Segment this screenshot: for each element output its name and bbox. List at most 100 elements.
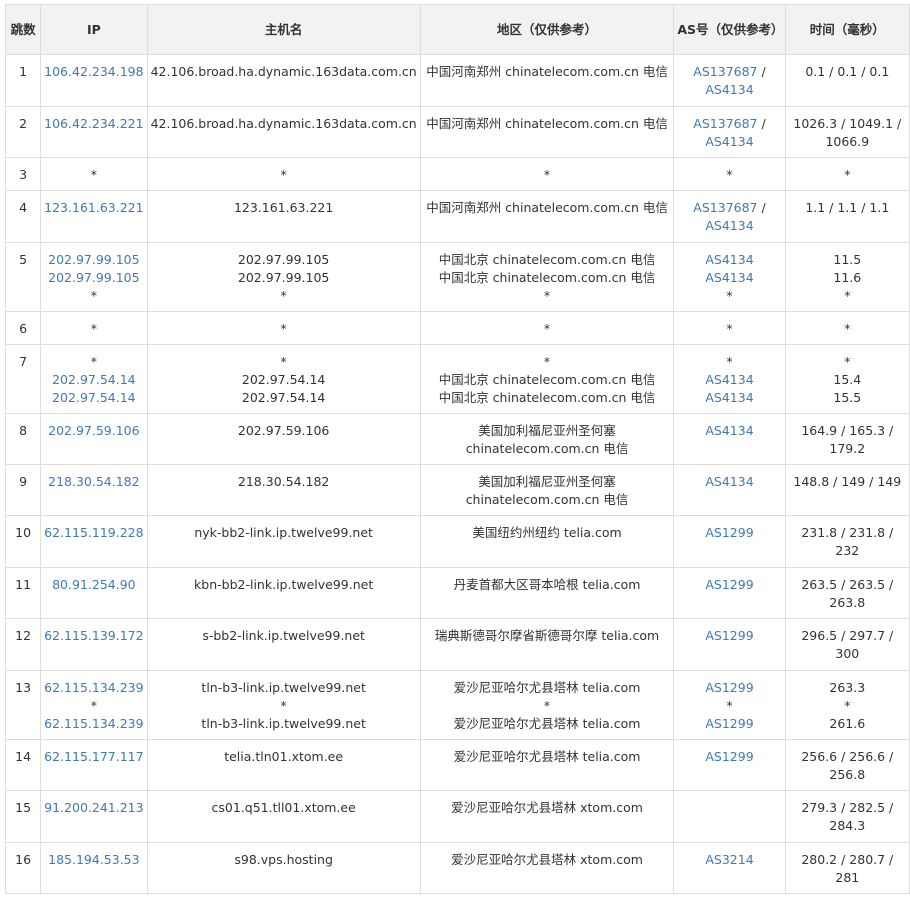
time-text: 15.5 <box>833 390 862 405</box>
time-text: 280.2 / 280.7 / <box>801 852 894 867</box>
hop-cell: 1 <box>4 54 42 107</box>
time-cell: 263.3 * 261.6 <box>784 670 910 740</box>
hostname-cell: * 202.97.54.14 202.97.54.14 <box>146 344 421 414</box>
time-cell: 1026.3 / 1049.1 / 1066.9 <box>784 106 910 158</box>
hop-number: 16 <box>15 852 32 867</box>
hostname-text: * <box>280 167 287 182</box>
as-link[interactable]: AS1299 <box>677 576 781 594</box>
as-line: AS4134 <box>677 217 781 235</box>
traceroute-table: 跳数 IP 主机名 地区（仅供参考） AS号（仅供参考） 时间（毫秒） 1 106… <box>4 4 910 894</box>
region-cell: 中国北京 chinatelecom.com.cn 电信 中国北京 chinatel… <box>419 242 675 312</box>
time-text: 15.4 <box>833 372 862 387</box>
as-link[interactable]: AS4134 <box>677 422 781 440</box>
ip-link[interactable]: 202.97.54.14 <box>44 389 143 407</box>
ip-link[interactable]: 202.97.54.14 <box>44 371 143 389</box>
time-text: * <box>844 167 851 182</box>
ip-link[interactable]: 202.97.99.105 <box>44 251 143 269</box>
as-cell: AS1299 <box>673 567 786 619</box>
hop-cell: 9 <box>4 464 42 516</box>
as-link[interactable]: AS4134 <box>677 251 781 269</box>
as-link[interactable]: AS1299 <box>677 715 781 733</box>
hop-cell: 16 <box>4 842 42 894</box>
as-line: AS4134 <box>677 133 781 151</box>
hostname-text: telia.tln01.xtom.ee <box>224 749 344 764</box>
as-link[interactable]: AS4134 <box>677 473 781 491</box>
time-text: 11.6 <box>833 270 862 285</box>
time-text: 263.3 <box>829 680 866 695</box>
as-link[interactable]: AS137687 <box>693 116 757 131</box>
as-separator: / <box>757 116 766 131</box>
hostname-text: 202.97.59.106 <box>237 423 330 438</box>
as-link[interactable]: AS4134 <box>677 269 781 287</box>
as-link[interactable]: AS137687 <box>693 200 757 215</box>
time-text: 1066.9 <box>825 134 870 149</box>
ip-link[interactable]: 91.200.241.213 <box>44 799 143 817</box>
table-row: 5 202.97.99.105 202.97.99.105 * 202.97.99.10… <box>4 242 910 312</box>
as-cell: AS4134 <box>673 413 786 465</box>
hostname-text: tln-b3-link.ip.twelve99.net <box>201 716 366 731</box>
region-text: * <box>543 167 551 182</box>
time-text: 281 <box>835 870 860 885</box>
as-link[interactable]: AS4134 <box>677 371 781 389</box>
region-text: * <box>543 354 551 369</box>
ip-link[interactable]: 62.115.134.239 <box>44 679 143 697</box>
ip-link[interactable]: 62.115.177.117 <box>44 748 143 766</box>
table-row: 1 106.42.234.198 42.106.broad.ha.dynamic.1… <box>4 54 910 107</box>
ip-link[interactable]: 123.161.63.221 <box>44 199 143 217</box>
hostname-cell: s-bb2-link.ip.twelve99.net <box>146 618 421 671</box>
ip-cell: 202.97.99.105 202.97.99.105 * <box>40 242 148 312</box>
as-link[interactable]: AS3214 <box>677 851 781 869</box>
ip-cell: * <box>40 157 148 191</box>
ip-link[interactable]: 106.42.234.198 <box>44 63 143 81</box>
as-link[interactable]: AS1299 <box>677 679 781 697</box>
as-link[interactable]: AS4134 <box>705 134 753 149</box>
time-text: 0.1 / 0.1 / 0.1 <box>805 64 890 79</box>
as-link[interactable]: AS1299 <box>677 748 781 766</box>
header-time: 时间（毫秒） <box>784 4 910 55</box>
table-row: 10 62.115.119.228 nyk-bb2-link.ip.twelve99… <box>4 515 910 568</box>
table-row: 12 62.115.139.172 s-bb2-link.ip.twelve99.n… <box>4 618 910 671</box>
ip-cell: 91.200.241.213 <box>40 790 148 843</box>
as-link[interactable]: AS1299 <box>677 627 781 645</box>
as-link[interactable]: AS137687 <box>693 64 757 79</box>
time-cell: 231.8 / 231.8 / 232 <box>784 515 910 568</box>
time-text: 300 <box>835 646 860 661</box>
ip-link[interactable]: 62.115.119.228 <box>44 524 143 542</box>
time-text: 11.5 <box>833 252 862 267</box>
ip-link[interactable]: 62.115.134.239 <box>44 715 143 733</box>
table-row: 2 106.42.234.221 42.106.broad.ha.dynamic.1… <box>4 106 910 158</box>
time-cell: 0.1 / 0.1 / 0.1 <box>784 54 910 107</box>
hop-number: 5 <box>19 252 28 267</box>
hostname-cell: 202.97.59.106 <box>146 413 421 465</box>
ip-link[interactable]: 106.42.234.221 <box>44 115 143 133</box>
as-link[interactable]: AS4134 <box>705 218 753 233</box>
ip-link[interactable]: 202.97.59.106 <box>44 422 143 440</box>
region-cell: 美国纽约州纽约 telia.com <box>419 515 675 568</box>
ip-link[interactable]: 218.30.54.182 <box>44 473 143 491</box>
as-timeout: * <box>726 354 733 369</box>
ip-link[interactable]: 62.115.139.172 <box>44 627 143 645</box>
as-link[interactable]: AS1299 <box>677 524 781 542</box>
as-link[interactable]: AS4134 <box>705 82 753 97</box>
region-text: 中国北京 chinatelecom.com.cn 电信 <box>438 270 656 285</box>
as-cell: AS3214 <box>673 842 786 894</box>
ip-link[interactable]: 80.91.254.90 <box>44 576 143 594</box>
ip-link[interactable]: 202.97.99.105 <box>44 269 143 287</box>
header-as: AS号（仅供参考） <box>673 4 786 55</box>
hop-number: 14 <box>15 749 32 764</box>
ip-cell: 185.194.53.53 <box>40 842 148 894</box>
as-cell: AS1299 <box>673 739 786 791</box>
hop-cell: 4 <box>4 190 42 243</box>
hostname-cell: telia.tln01.xtom.ee <box>146 739 421 791</box>
ip-link[interactable]: 185.194.53.53 <box>44 851 143 869</box>
hostname-text: 42.106.broad.ha.dynamic.163data.com.cn <box>150 64 417 79</box>
as-cell: AS4134 AS4134 * <box>673 242 786 312</box>
as-cell: AS137687 / AS4134 <box>673 54 786 107</box>
table-row: 16 185.194.53.53 s98.vps.hosting 爱沙尼亚哈尔尤县塔林… <box>4 842 910 894</box>
region-cell: * 中国北京 chinatelecom.com.cn 电信 中国北京 chinate… <box>419 344 675 414</box>
time-text: * <box>844 354 851 369</box>
table-row: 11 80.91.254.90 kbn-bb2-link.ip.twelve99.n… <box>4 567 910 619</box>
region-text: 中国北京 chinatelecom.com.cn 电信 <box>438 252 656 267</box>
as-link[interactable]: AS4134 <box>677 389 781 407</box>
hostname-cell: s98.vps.hosting <box>146 842 421 894</box>
